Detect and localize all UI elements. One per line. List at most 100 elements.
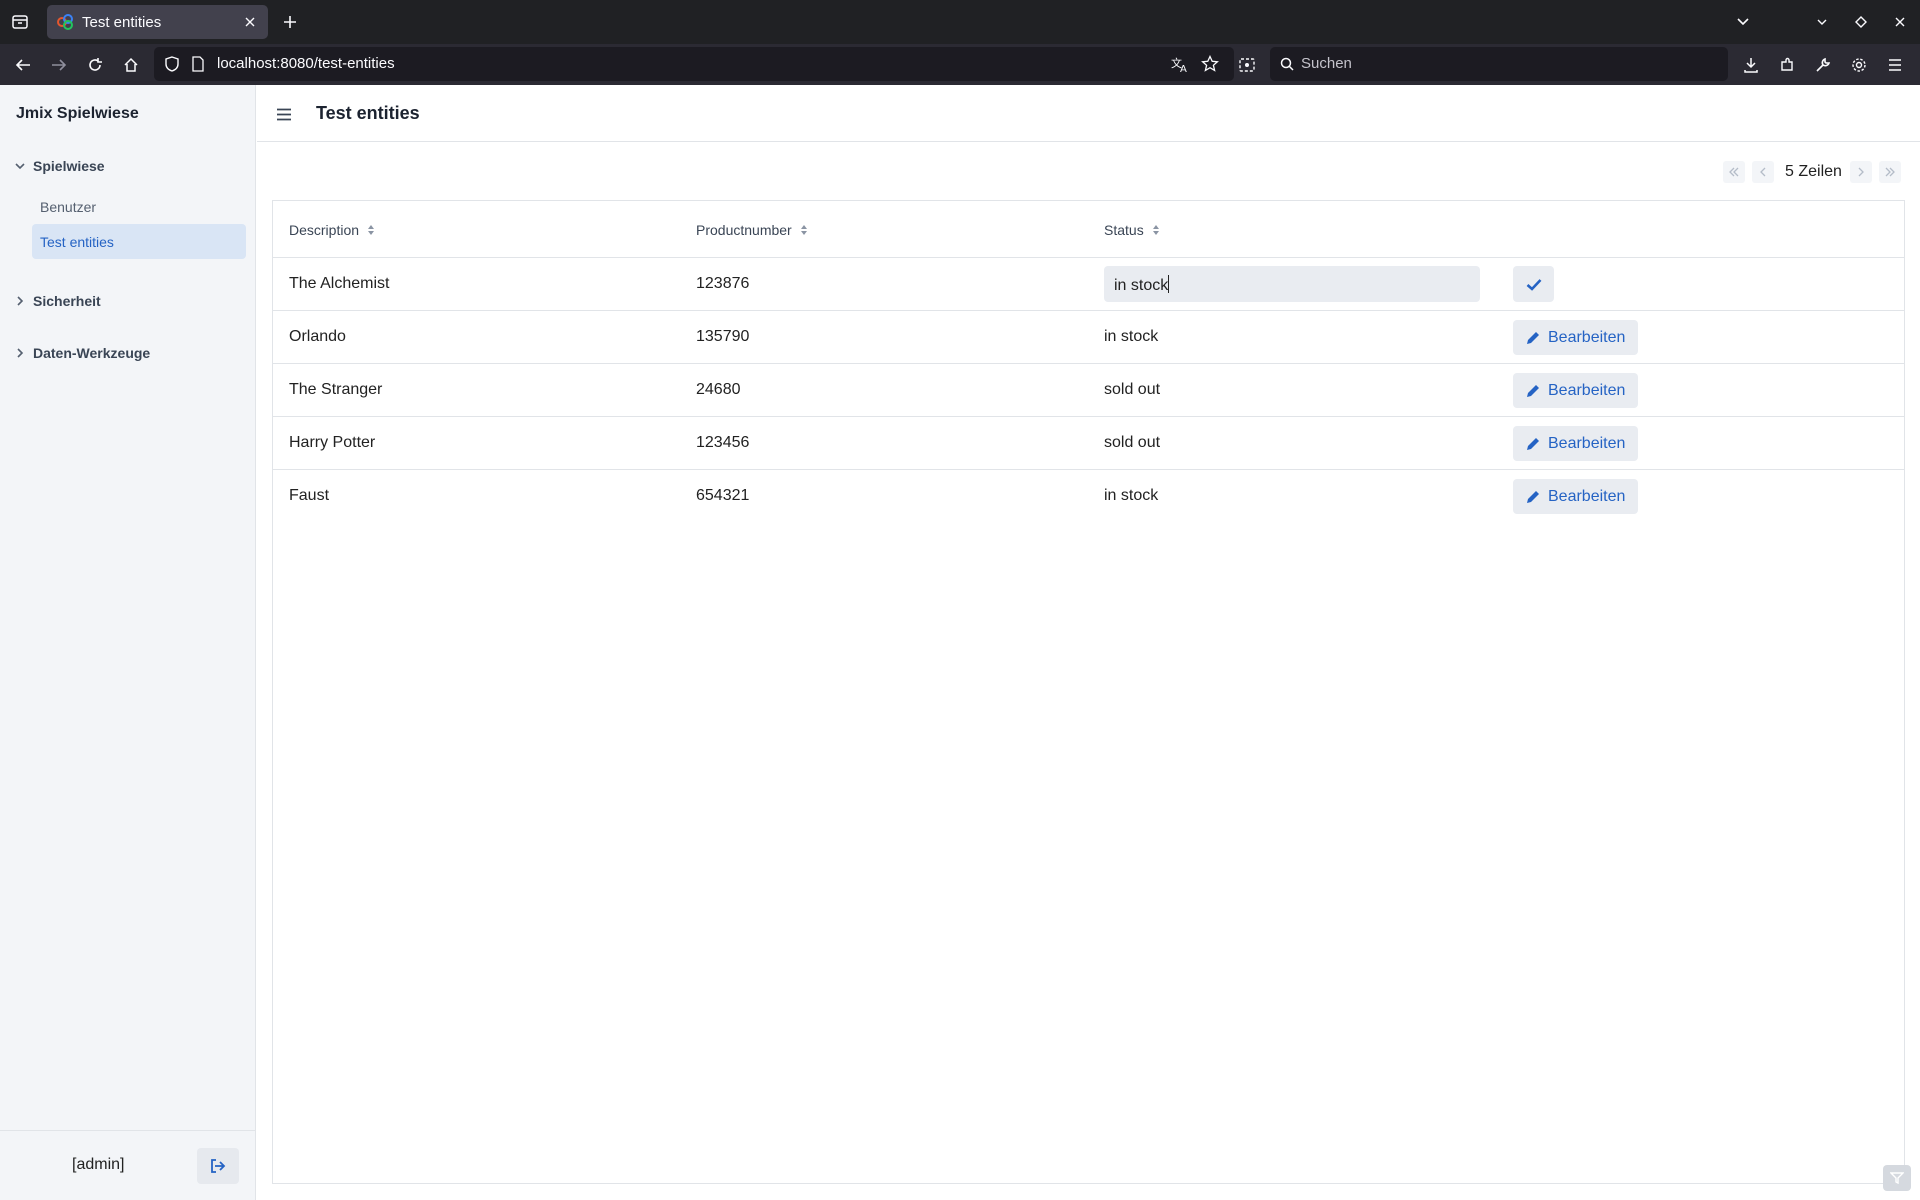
status-input[interactable]: in stock <box>1104 266 1480 302</box>
productnumber-cell: 654321 <box>696 487 750 504</box>
table-row[interactable]: The Alchemist 123876 in stock <box>273 258 1904 311</box>
url-text: localhost:8080/test-entities <box>217 55 395 72</box>
sidebar-group-label: Daten-Werkzeuge <box>33 345 151 361</box>
column-header-productnumber[interactable]: Productnumber <box>696 222 808 238</box>
description-cell: Faust <box>289 487 330 504</box>
maximize-diamond-icon[interactable] <box>1847 8 1875 36</box>
status-input-value: in stock <box>1114 277 1169 294</box>
shield-icon[interactable] <box>165 56 179 72</box>
back-arrow-icon[interactable] <box>9 51 37 79</box>
screenshot-icon[interactable] <box>1233 51 1261 79</box>
menu-icon <box>276 108 292 121</box>
edit-button-label: Bearbeiten <box>1548 328 1626 346</box>
view-header: Test entities <box>257 85 1920 142</box>
table-row[interactable]: Harry Potter 123456 sold out Bearbeiten <box>273 417 1904 470</box>
productnumber-cell: 24680 <box>696 381 741 398</box>
chevron-right-icon <box>14 347 33 359</box>
table-row[interactable]: Orlando 135790 in stock Bearbeiten <box>273 311 1904 364</box>
chevron-right-icon <box>14 295 33 307</box>
productnumber-cell: 123876 <box>696 275 750 292</box>
new-tab-icon[interactable] <box>276 8 304 36</box>
chevron-right-icon <box>1857 167 1865 177</box>
drawer-toggle-button[interactable] <box>272 102 296 126</box>
browser-nav-bar: localhost:8080/test-entities 文A Suchen <box>0 44 1920 85</box>
description-cell: The Stranger <box>289 381 383 398</box>
user-label: [admin] <box>72 1156 125 1173</box>
search-placeholder: Suchen <box>1301 55 1352 72</box>
data-grid: Description Productnumber Status The Alc… <box>272 200 1905 1184</box>
filter-icon <box>1890 1172 1904 1184</box>
sidebar-item-test-entities[interactable]: Test entities <box>32 224 246 259</box>
home-icon[interactable] <box>117 51 145 79</box>
logout-button[interactable] <box>197 1148 239 1184</box>
search-input[interactable]: Suchen <box>1270 47 1728 81</box>
description-cell: Harry Potter <box>289 434 376 451</box>
edit-button[interactable]: Bearbeiten <box>1513 320 1639 355</box>
status-cell: sold out <box>1104 381 1161 398</box>
bookmark-star-icon[interactable] <box>1201 55 1219 73</box>
column-header-label: Status <box>1104 222 1144 238</box>
tab-title: Test entities <box>82 13 162 31</box>
translate-icon[interactable]: 文A <box>1171 55 1189 73</box>
double-chevron-left-icon <box>1728 167 1740 177</box>
chevron-left-icon <box>1759 167 1767 177</box>
minimize-chevron-icon[interactable] <box>1808 8 1836 36</box>
column-header-label: Productnumber <box>696 222 792 238</box>
sort-icon[interactable] <box>359 224 375 236</box>
description-cell: Orlando <box>289 328 346 345</box>
table-row[interactable]: Faust 654321 in stock Bearbeiten <box>273 470 1904 523</box>
list-tabs-chevron-icon[interactable] <box>1729 8 1757 36</box>
table-row[interactable]: The Stranger 24680 sold out Bearbeiten <box>273 364 1904 417</box>
sidebar-group-spielwiese[interactable]: Spielwiese <box>14 154 105 178</box>
column-header-label: Description <box>289 222 360 238</box>
pencil-icon <box>1525 489 1548 505</box>
address-bar[interactable]: localhost:8080/test-entities 文A <box>154 47 1234 81</box>
downloads-icon[interactable] <box>1737 51 1765 79</box>
sidebar-group-daten-werkzeuge[interactable]: Daten-Werkzeuge <box>14 341 150 365</box>
sidebar-footer-divider <box>0 1130 255 1131</box>
pencil-icon <box>1525 330 1548 346</box>
sidebar-group-sicherheit[interactable]: Sicherheit <box>14 289 101 313</box>
previous-page-button[interactable] <box>1752 161 1774 183</box>
edit-button-label: Bearbeiten <box>1548 434 1626 452</box>
close-window-icon[interactable] <box>1886 8 1914 36</box>
status-cell: in stock <box>1104 487 1159 504</box>
description-cell: The Alchemist <box>289 275 390 292</box>
sidebar-item-label: Test entities <box>40 233 114 250</box>
edit-button[interactable]: Bearbeiten <box>1513 479 1639 514</box>
page-info-icon[interactable] <box>192 56 204 72</box>
close-tab-icon[interactable] <box>242 14 258 30</box>
pencil-icon <box>1525 383 1548 399</box>
reload-icon[interactable] <box>81 51 109 79</box>
app-name: Jmix Spielwiese <box>16 105 139 122</box>
dev-tools-button[interactable] <box>1883 1165 1911 1191</box>
hamburger-menu-icon[interactable] <box>1881 51 1909 79</box>
column-header-description[interactable]: Description <box>289 222 375 238</box>
extensions-icon[interactable] <box>1773 51 1801 79</box>
favicon-icon <box>57 14 73 30</box>
svg-text:A: A <box>1180 64 1187 73</box>
pagination-label: 5 Zeilen <box>1785 163 1842 180</box>
edit-button[interactable]: Bearbeiten <box>1513 373 1639 408</box>
forward-arrow-icon[interactable] <box>45 51 73 79</box>
sidebar-item-benutzer[interactable]: Benutzer <box>32 189 246 224</box>
save-row-button[interactable] <box>1513 266 1554 302</box>
first-page-button[interactable] <box>1723 161 1745 183</box>
last-page-button[interactable] <box>1879 161 1901 183</box>
next-page-button[interactable] <box>1850 161 1872 183</box>
text-caret <box>1168 275 1170 293</box>
page-title: Test entities <box>316 103 420 123</box>
pencil-icon <box>1525 436 1548 452</box>
double-chevron-right-icon <box>1884 167 1896 177</box>
browser-tab[interactable]: Test entities <box>47 5 268 39</box>
wrench-icon[interactable] <box>1809 51 1837 79</box>
edit-button[interactable]: Bearbeiten <box>1513 426 1639 461</box>
browser-tab-bar: Test entities <box>0 0 1920 44</box>
edit-button-label: Bearbeiten <box>1548 381 1626 399</box>
tab-overview-icon[interactable] <box>6 8 34 36</box>
sort-icon[interactable] <box>792 224 808 236</box>
sidebar: Jmix Spielwiese Spielwiese Benutzer Test… <box>0 85 256 1200</box>
settings-gear-icon[interactable] <box>1845 51 1873 79</box>
sort-icon[interactable] <box>1144 224 1160 236</box>
column-header-status[interactable]: Status <box>1104 222 1160 238</box>
